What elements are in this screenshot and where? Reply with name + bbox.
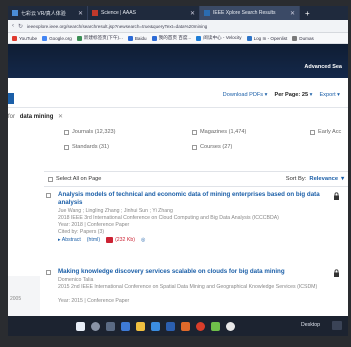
taskbar: Desktop — [8, 316, 348, 336]
result-authors[interactable]: Domenico Talia — [58, 277, 93, 283]
tab-title: Science | AAAS — [101, 10, 136, 16]
facet-journals[interactable]: Journals (12,323) — [64, 129, 116, 135]
site-header: Advanced Sea — [8, 44, 348, 78]
sort-select[interactable]: Sort By: Relevance ▾ — [286, 176, 344, 182]
page-number: 2005 — [10, 296, 22, 302]
checkbox[interactable] — [64, 144, 69, 150]
app-icon[interactable] — [181, 321, 190, 331]
close-icon[interactable]: ✕ — [286, 10, 295, 17]
reload-icon[interactable]: ↻ — [18, 23, 23, 30]
close-icon[interactable]: ✕ — [74, 10, 83, 17]
tab-favicon-icon — [12, 10, 18, 16]
bookmark-item[interactable]: Baidu — [127, 35, 147, 41]
task-view-icon[interactable] — [106, 321, 115, 331]
tab-strip: 七彩云 VR/真人体验 ✕ Science | AAAS ✕ IEEE Xplo… — [8, 6, 348, 20]
export-button[interactable]: Export ▾ — [319, 92, 340, 98]
result-venue[interactable]: 2015 2nd IEEE International Conference o… — [58, 284, 317, 290]
result-authors[interactable]: Jue Wang ; Lingling Zhang ; Jinhui Sun ;… — [58, 208, 173, 214]
result-year: Year: 2015 | Conference Paper — [58, 298, 130, 304]
tab-vr[interactable]: 七彩云 VR/真人体验 ✕ — [8, 6, 88, 20]
tab-title: IEEE Xplore Search Results — [213, 10, 276, 16]
bookmark-icon — [76, 35, 82, 41]
download-pdfs-button[interactable]: Download PDFs ▾ — [223, 92, 268, 98]
tab-title: 七彩云 VR/真人体验 — [21, 10, 66, 17]
facet-early-access[interactable]: Early Acc — [310, 129, 341, 135]
bookmark-item[interactable]: 新建标签页(下午)... — [76, 35, 123, 41]
query-prefix: for — [8, 114, 16, 120]
select-all[interactable]: Select All on Page — [48, 176, 101, 182]
bookmark-item[interactable]: YouTube — [12, 35, 37, 41]
result-item: Analysis models of technical and economi… — [44, 191, 344, 261]
address-bar[interactable]: ‹ ↻ ieeexplore.ieee.org/search/searchres… — [8, 20, 348, 33]
result-checkbox[interactable] — [46, 193, 51, 198]
settings-icon[interactable] — [226, 321, 235, 331]
result-venue[interactable]: 2018 IEEE 3rd International Conference o… — [58, 215, 279, 221]
url-text[interactable]: ieeexplore.ieee.org/search/searchresult.… — [27, 24, 207, 29]
bookmark-icon — [246, 35, 252, 41]
results-header: Select All on Page Sort By: Relevance ▾ — [44, 171, 348, 187]
sidebar-toggle[interactable] — [8, 93, 14, 104]
clear-query-icon[interactable]: ✕ — [58, 114, 63, 120]
result-title[interactable]: Making knowledge discovery services scal… — [58, 268, 322, 276]
html-link[interactable]: (html) — [87, 237, 100, 243]
browser-window: 七彩云 VR/真人体验 ✕ Science | AAAS ✕ IEEE Xplo… — [8, 6, 348, 336]
query-term: data mining — [19, 114, 54, 120]
lock-icon — [334, 269, 339, 277]
start-icon[interactable] — [76, 321, 85, 331]
result-checkbox[interactable] — [46, 270, 51, 275]
per-page-select[interactable]: Per Page: 25 ▾ — [274, 92, 312, 98]
result-year: Year: 2018 | Conference Paper — [58, 222, 130, 228]
word-icon[interactable] — [166, 321, 175, 331]
chat-icon[interactable] — [211, 321, 220, 331]
tab-science[interactable]: Science | AAAS ✕ — [88, 6, 200, 20]
bookmark-item[interactable]: 阅读中心 - Velocity — [196, 35, 242, 41]
bookmark-item[interactable]: 我的首页 百度... — [151, 35, 191, 41]
facet-magazines[interactable]: Magazines (1,474) — [192, 129, 246, 135]
desktop-label[interactable]: Desktop — [301, 322, 320, 328]
bookmark-icon — [292, 35, 298, 41]
tab-favicon-icon — [204, 10, 210, 16]
checkbox[interactable] — [64, 129, 69, 135]
new-tab-button[interactable]: + — [300, 6, 315, 20]
close-icon[interactable]: ✕ — [186, 10, 195, 17]
bookmark-item[interactable]: Log In - Openlist — [246, 35, 287, 41]
advanced-search-link[interactable]: Advanced Sea — [304, 64, 342, 70]
back-icon[interactable]: ‹ — [12, 23, 14, 29]
bookmark-icon — [12, 35, 17, 41]
search-query: for data mining ✕ — [8, 113, 63, 120]
bookmarks-bar: YouTube Google.org 新建标签页(下午)... Baidu 我的… — [8, 33, 348, 44]
edge-icon[interactable] — [121, 321, 130, 331]
facet-standards[interactable]: Standards (31) — [64, 144, 109, 150]
results-toolbar: Download PDFs ▾ Per Page: 25 ▾ Export ▾ — [8, 78, 348, 108]
pdf-link[interactable]: (232 Kb) — [106, 237, 135, 243]
bookmark-icon — [42, 35, 48, 41]
result-citations[interactable]: Cited by: Papers (3) — [58, 229, 104, 235]
tab-favicon-icon — [92, 10, 98, 16]
result-item: Making knowledge discovery services scal… — [44, 268, 344, 314]
checkbox[interactable] — [48, 176, 53, 182]
checkbox[interactable] — [192, 129, 197, 135]
tab-ieee[interactable]: IEEE Xplore Search Results ✕ — [200, 6, 300, 20]
rights-icon[interactable]: ◎ — [141, 237, 146, 243]
result-title[interactable]: Analysis models of technical and economi… — [58, 191, 322, 207]
abstract-toggle[interactable]: ▸ Abstract — [58, 237, 81, 243]
lock-icon — [334, 192, 339, 200]
pdf-icon — [106, 237, 114, 243]
store-icon[interactable] — [151, 321, 160, 331]
chrome-icon[interactable] — [196, 321, 205, 331]
facet-courses[interactable]: Courses (27) — [192, 144, 232, 150]
bookmark-item[interactable]: Google.org — [42, 35, 72, 41]
bookmark-item[interactable]: Dumas — [292, 35, 314, 41]
tray-icon[interactable] — [332, 321, 342, 330]
bookmark-icon — [151, 35, 157, 41]
bookmark-icon — [127, 35, 133, 41]
bookmark-icon — [196, 35, 202, 41]
folder-icon[interactable] — [136, 321, 145, 331]
search-icon[interactable] — [91, 321, 100, 331]
checkbox[interactable] — [310, 129, 315, 135]
checkbox[interactable] — [192, 144, 197, 150]
